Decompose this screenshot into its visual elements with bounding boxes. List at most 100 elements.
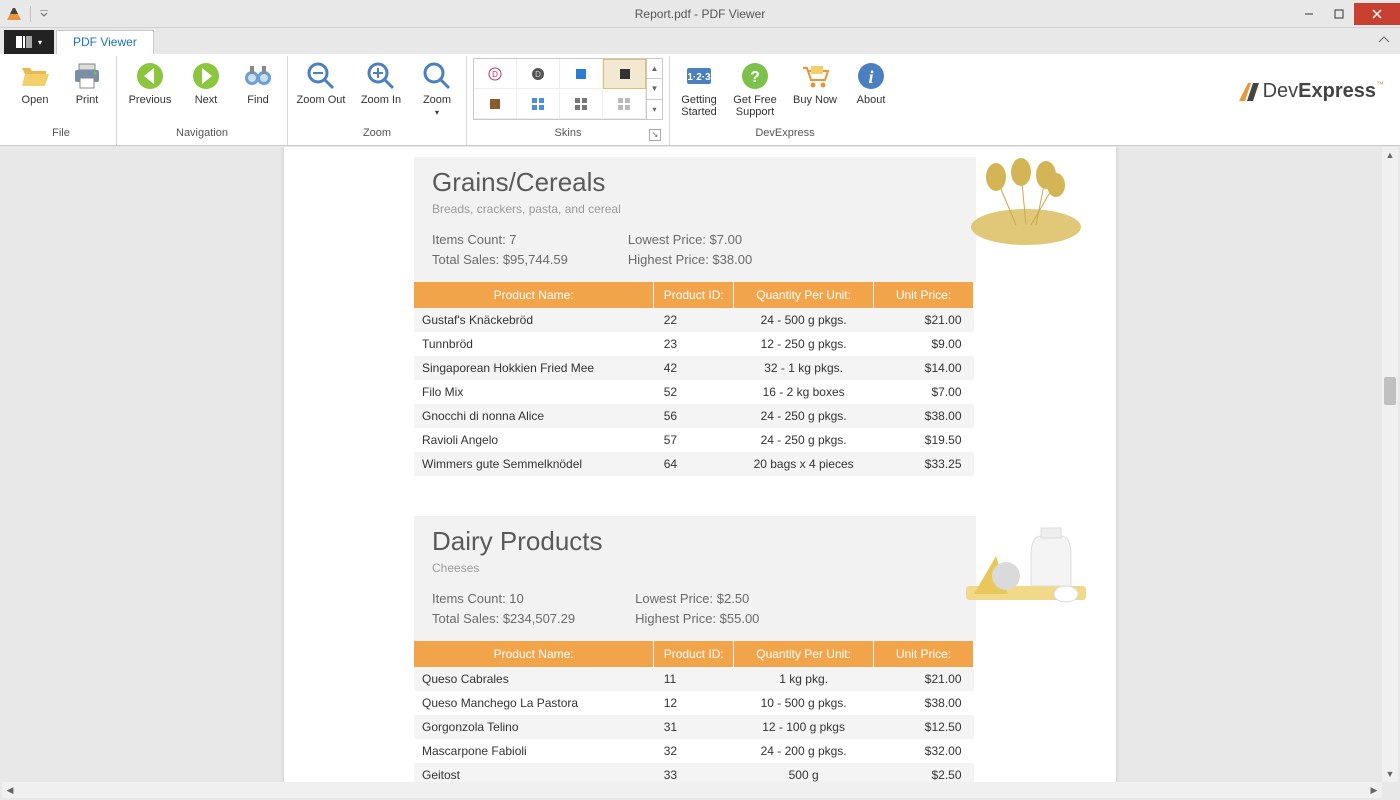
cart-icon xyxy=(799,60,831,92)
window-title: Report.pdf - PDF Viewer xyxy=(635,7,766,21)
close-button[interactable] xyxy=(1354,3,1400,25)
scroll-down-arrow[interactable]: ▼ xyxy=(1382,766,1398,782)
items-count: Items Count: 10 xyxy=(432,589,575,609)
printer-icon xyxy=(71,60,103,92)
ribbon-group-devexpress: 1·2·3 Getting Started ? Get Free Support… xyxy=(670,56,900,145)
table-row: Geitost33500 g$2.50 xyxy=(414,763,974,782)
file-tab-icon xyxy=(16,36,32,48)
table-row: Filo Mix5216 - 2 kg boxes$7.00 xyxy=(414,380,974,404)
report-section: Grains/Cereals Breads, crackers, pasta, a… xyxy=(284,147,1116,476)
qat-separator xyxy=(30,6,31,22)
gallery-scroll-up[interactable]: ▲ xyxy=(647,59,662,79)
ribbon-group-file: Open Print File xyxy=(6,56,117,145)
arrow-right-icon xyxy=(190,60,222,92)
pdf-page: Grains/Cereals Breads, crackers, pasta, a… xyxy=(284,147,1116,782)
group-label-skins: Skins↘ xyxy=(473,125,663,143)
table-row: Gorgonzola Telino3112 - 100 g pkgs$12.50 xyxy=(414,715,974,739)
zoom-in-icon xyxy=(365,60,397,92)
total-sales: Total Sales: $95,744.59 xyxy=(432,250,568,270)
svg-text:1·2·3: 1·2·3 xyxy=(687,72,711,83)
next-button[interactable]: Next xyxy=(183,58,229,108)
group-label-devexpress: DevExpress xyxy=(676,125,894,143)
group-label-zoom: Zoom xyxy=(294,125,460,143)
report-section: Dairy Products Cheeses Items Count: 10Tota… xyxy=(284,506,1116,782)
scroll-left-arrow[interactable]: ◀ xyxy=(2,782,18,798)
table-row: Wimmers gute Semmelknödel6420 bags x 4 p… xyxy=(414,452,974,476)
skin-swatch[interactable] xyxy=(517,89,560,119)
getting-started-button[interactable]: 1·2·3 Getting Started xyxy=(676,58,722,120)
zoom-out-icon xyxy=(305,60,337,92)
open-button[interactable]: Open xyxy=(12,58,58,108)
table-header-row: Product Name:Product ID:Quantity Per Uni… xyxy=(414,282,974,308)
ribbon-collapse-button[interactable] xyxy=(1378,34,1390,48)
section-header: Dairy Products Cheeses Items Count: 10Tota… xyxy=(414,516,976,641)
devexpress-logo: DevExpress™ xyxy=(1239,80,1384,103)
category-image xyxy=(946,516,1106,612)
app-icon xyxy=(6,6,22,22)
maximize-button[interactable] xyxy=(1324,3,1354,25)
table-header-row: Product Name:Product ID:Quantity Per Uni… xyxy=(414,641,974,667)
zoom-dropdown-button[interactable]: Zoom▾ xyxy=(414,58,460,121)
vertical-scrollbar[interactable]: ▲ ▼ xyxy=(1382,147,1398,782)
buy-now-button[interactable]: Buy Now xyxy=(788,58,842,108)
scroll-up-arrow[interactable]: ▲ xyxy=(1382,147,1398,163)
section-subtitle: Cheeses xyxy=(432,561,958,575)
horizontal-scrollbar[interactable]: ◀ ▶ xyxy=(2,782,1382,798)
table-row: Ravioli Angelo5724 - 250 g pkgs.$19.50 xyxy=(414,428,974,452)
skin-swatch[interactable] xyxy=(474,89,517,119)
arrow-left-icon xyxy=(134,60,166,92)
chevron-down-icon: ▾ xyxy=(435,108,439,117)
info-icon: i xyxy=(855,60,887,92)
ribbon-group-navigation: Previous Next Find Navigation xyxy=(117,56,288,145)
table-row: Gnocchi di nonna Alice5624 - 250 g pkgs.… xyxy=(414,404,974,428)
getting-started-icon: 1·2·3 xyxy=(683,60,715,92)
product-table: Product Name:Product ID:Quantity Per Uni… xyxy=(414,282,974,476)
table-row: Mascarpone Fabioli3224 - 200 g pkgs.$32.… xyxy=(414,739,974,763)
binoculars-icon xyxy=(242,60,274,92)
ribbon-group-zoom: Zoom Out Zoom In Zoom▾ Zoom xyxy=(288,56,467,145)
skin-swatch[interactable] xyxy=(560,89,603,119)
skin-swatch[interactable] xyxy=(560,59,603,89)
zoom-in-button[interactable]: Zoom In xyxy=(354,58,408,108)
previous-button[interactable]: Previous xyxy=(123,58,177,108)
minimize-button[interactable] xyxy=(1294,3,1324,25)
get-free-support-button[interactable]: ? Get Free Support xyxy=(728,58,782,120)
support-icon: ? xyxy=(739,60,771,92)
scroll-right-arrow[interactable]: ▶ xyxy=(1366,782,1382,798)
items-count: Items Count: 7 xyxy=(432,230,568,250)
skin-swatch[interactable] xyxy=(603,89,646,119)
scroll-thumb[interactable] xyxy=(1384,377,1396,405)
lowest-price: Lowest Price: $7.00 xyxy=(628,230,752,250)
qat-dropdown[interactable] xyxy=(39,9,49,19)
skin-swatch-selected[interactable] xyxy=(603,59,646,89)
table-row: Singaporean Hokkien Fried Mee4232 - 1 kg… xyxy=(414,356,974,380)
gallery-scroll-down[interactable]: ▼ xyxy=(647,79,662,99)
section-title: Dairy Products xyxy=(432,526,958,557)
category-image xyxy=(946,157,1106,253)
gallery-expand[interactable]: ▾ xyxy=(647,100,662,119)
zoom-out-button[interactable]: Zoom Out xyxy=(294,58,348,108)
ribbon: Open Print File Previous Next Find Navi xyxy=(0,54,1400,146)
section-title: Grains/Cereals xyxy=(432,167,958,198)
folder-open-icon xyxy=(19,60,51,92)
print-button[interactable]: Print xyxy=(64,58,110,108)
svg-text:i: i xyxy=(868,67,873,87)
skins-gallery[interactable]: D D ▲ ▼ ▾ xyxy=(473,58,663,120)
section-header: Grains/Cereals Breads, crackers, pasta, a… xyxy=(414,157,976,282)
table-row: Queso Manchego La Pastora1210 - 500 g pk… xyxy=(414,691,974,715)
find-button[interactable]: Find xyxy=(235,58,281,108)
chevron-down-icon: ▾ xyxy=(38,38,42,47)
pdf-viewer-tab[interactable]: PDF Viewer xyxy=(56,30,154,54)
svg-text:?: ? xyxy=(750,69,760,86)
dialog-launcher-icon[interactable]: ↘ xyxy=(649,129,661,141)
skin-swatch[interactable]: D xyxy=(474,59,517,89)
skin-swatch[interactable]: D xyxy=(517,59,560,89)
file-tab[interactable]: ▾ xyxy=(4,30,54,54)
highest-price: Highest Price: $55.00 xyxy=(635,609,759,629)
about-button[interactable]: i About xyxy=(848,58,894,108)
group-label-file: File xyxy=(12,125,110,143)
table-row: Tunnbröd2312 - 250 g pkgs.$9.00 xyxy=(414,332,974,356)
section-subtitle: Breads, crackers, pasta, and cereal xyxy=(432,202,958,216)
svg-text:D: D xyxy=(535,70,541,79)
total-sales: Total Sales: $234,507.29 xyxy=(432,609,575,629)
